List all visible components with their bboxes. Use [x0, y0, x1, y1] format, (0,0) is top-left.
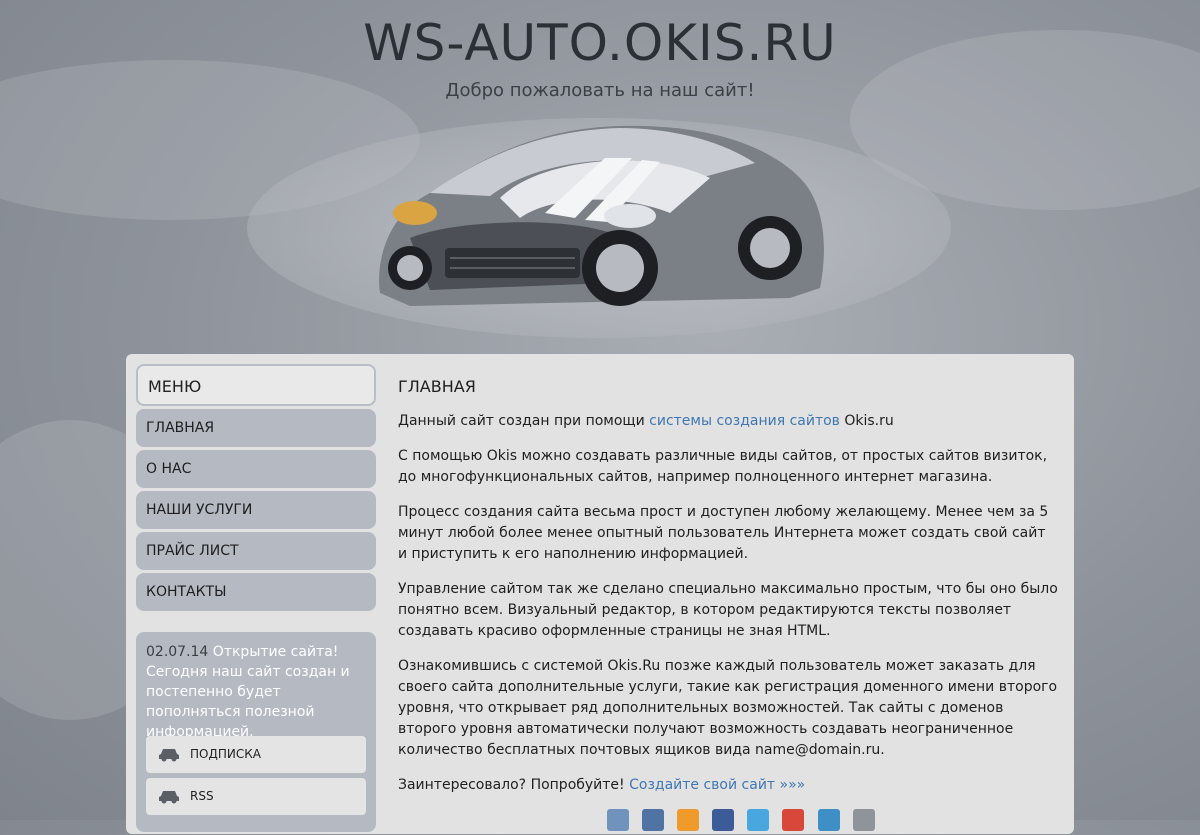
paragraph-2: С помощью Okis можно создавать различные… — [398, 448, 1048, 485]
menu-item-services[interactable]: НАШИ УСЛУГИ — [136, 491, 376, 529]
menu-title: МЕНЮ — [136, 364, 376, 406]
rss-label: RSS — [190, 789, 214, 803]
paragraph-4: Управление сайтом так же сделано специал… — [398, 581, 1058, 639]
menu-item-contacts[interactable]: КОНТАКТЫ — [136, 573, 376, 611]
rss-button[interactable]: RSS — [146, 778, 366, 815]
twitter-icon[interactable] — [747, 809, 770, 831]
create-site-link[interactable]: Создайте свой сайт »»» — [629, 777, 805, 793]
news-box: 02.07.14 Открытие сайта! Сегодня наш сай… — [136, 632, 376, 832]
vk-icon[interactable] — [642, 809, 665, 831]
paragraph-1-end: Okis.ru — [844, 413, 894, 429]
paragraph-6: Заинтересовало? Попробуйте! Создайте сво… — [398, 775, 1058, 796]
subscribe-button[interactable]: ПОДПИСКА — [146, 736, 366, 773]
site-builder-link[interactable]: системы создания сайтов — [649, 413, 840, 429]
sidebar: МЕНЮ ГЛАВНАЯ О НАС НАШИ УСЛУГИ ПРАЙС ЛИС… — [136, 364, 376, 614]
paragraph-1: Данный сайт создан при помощи системы со… — [398, 411, 1058, 432]
paragraph-5: Ознакомившись с системой Okis.Ru позже к… — [398, 658, 1058, 758]
google-plus-icon[interactable] — [782, 809, 805, 831]
news-date: 02.07.14 — [146, 644, 209, 660]
odnoklassniki-icon[interactable] — [677, 809, 700, 831]
page-title: ГЛАВНАЯ — [398, 377, 476, 396]
home-icon[interactable] — [852, 809, 875, 831]
paragraph-6-text: Заинтересовало? Попробуйте! — [398, 777, 625, 793]
news-text: 02.07.14 Открытие сайта! Сегодня наш сай… — [146, 642, 366, 742]
share-icons — [607, 809, 883, 831]
site-subtitle: Добро пожаловать на наш сайт! — [445, 80, 755, 101]
menu-item-home[interactable]: ГЛАВНАЯ — [136, 409, 376, 447]
subscribe-label: ПОДПИСКА — [190, 747, 261, 761]
car-icon — [159, 791, 179, 804]
site-header: WS-AUTO.OKIS.RU Добро пожаловать на наш … — [0, 0, 1200, 355]
paragraph-1-text: Данный сайт создан при помощи — [398, 413, 645, 429]
car-image — [379, 125, 824, 306]
site-title[interactable]: WS-AUTO.OKIS.RU — [0, 14, 1200, 72]
mail-ru-icon[interactable] — [817, 809, 840, 831]
facebook-icon[interactable] — [712, 809, 735, 831]
car-icon — [159, 749, 179, 762]
paragraph-3: Процесс создания сайта весьма прост и до… — [398, 504, 1049, 562]
menu-item-price-list[interactable]: ПРАЙС ЛИСТ — [136, 532, 376, 570]
livejournal-icon[interactable] — [607, 809, 629, 831]
main-content: ГЛАВНАЯ Данный сайт создан при помощи си… — [398, 364, 1058, 796]
menu-item-about[interactable]: О НАС — [136, 450, 376, 488]
